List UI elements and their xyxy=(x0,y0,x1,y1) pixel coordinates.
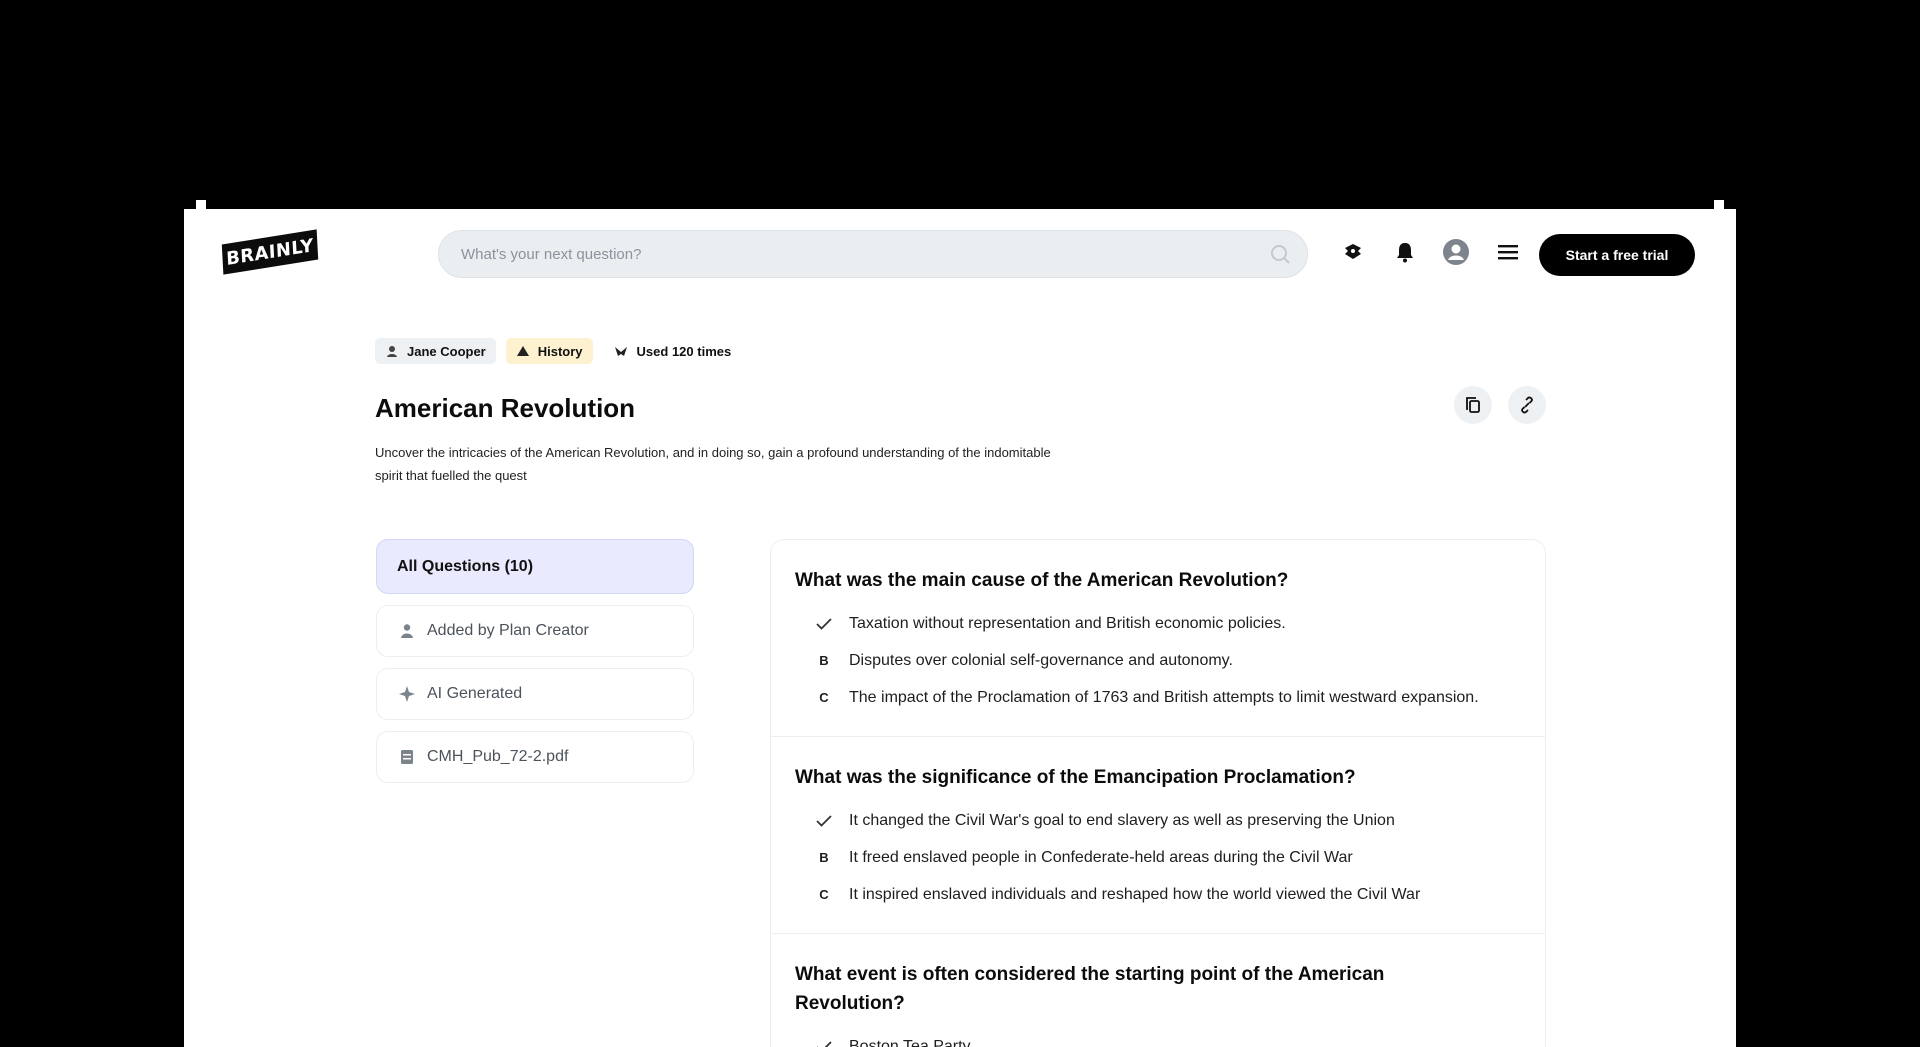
logo-text: BRAINLY xyxy=(225,234,315,270)
plan-meta: Jane Cooper History Used 120 times xyxy=(375,338,741,364)
search-icon[interactable] xyxy=(1269,243,1291,265)
question-card[interactable]: What was the significance of the Emancip… xyxy=(771,737,1545,934)
usage-icon xyxy=(614,347,627,356)
filter-label: Added by Plan Creator xyxy=(427,622,589,639)
answer-option: B Disputes over colonial self-governance… xyxy=(795,642,1521,679)
questions-panel: What was the main cause of the American … xyxy=(770,539,1546,1047)
option-text: It changed the Civil War's goal to end s… xyxy=(849,811,1395,829)
answer-option: C It inspired enslaved individuals and r… xyxy=(795,876,1521,913)
brainly-logo[interactable]: BRAINLY xyxy=(221,229,319,275)
usage-label: Used 120 times xyxy=(636,343,732,359)
subject-label: History xyxy=(537,343,583,359)
person-icon xyxy=(397,621,417,641)
option-text: It inspired enslaved individuals and res… xyxy=(849,885,1421,903)
avatar-icon[interactable] xyxy=(1442,238,1470,266)
start-free-trial-button[interactable]: Start a free trial xyxy=(1539,234,1695,276)
question-text: What event is often considered the start… xyxy=(795,964,1385,1014)
option-letter: C xyxy=(819,690,829,705)
option-text: The impact of the Proclamation of 1763 a… xyxy=(849,688,1479,706)
link-icon xyxy=(1521,396,1533,414)
search-input[interactable] xyxy=(459,244,1269,264)
share-link-button[interactable] xyxy=(1508,386,1546,424)
bell-icon[interactable] xyxy=(1391,238,1419,266)
menu-icon[interactable] xyxy=(1494,238,1522,266)
option-text: Taxation without representation and Brit… xyxy=(849,614,1286,632)
filter-label: All Questions (10) xyxy=(397,557,534,575)
answer-option-correct: Boston Tea Party xyxy=(795,1028,1521,1047)
filter-added-by-plan-creator[interactable]: Added by Plan Creator xyxy=(376,605,694,657)
file-icon xyxy=(397,747,417,767)
answer-option-correct: It changed the Civil War's goal to end s… xyxy=(795,802,1521,839)
sparkle-icon xyxy=(397,684,417,704)
filter-label: CMH_Pub_72-2.pdf xyxy=(427,748,569,765)
author-avatar-icon xyxy=(387,346,397,357)
usage-count: Used 120 times xyxy=(603,338,742,364)
question-card[interactable]: What event is often considered the start… xyxy=(771,934,1545,1047)
answer-option: B It freed enslaved people in Confederat… xyxy=(795,839,1521,876)
page-title: American Revolution xyxy=(375,393,636,423)
option-text: Boston Tea Party xyxy=(849,1037,971,1047)
app-window: BRAINLY Start a free trial Jane Cooper H… xyxy=(184,209,1736,1047)
check-icon xyxy=(813,814,835,827)
question-text: What was the significance of the Emancip… xyxy=(795,767,1356,788)
copy-icon xyxy=(1466,397,1480,413)
option-text: It freed enslaved people in Confederate-… xyxy=(849,848,1353,866)
subject-chip[interactable]: History xyxy=(505,338,593,364)
question-text: What was the main cause of the American … xyxy=(795,570,1289,591)
author-chip[interactable]: Jane Cooper xyxy=(375,338,496,364)
filter-pdf-file[interactable]: CMH_Pub_72-2.pdf xyxy=(376,731,694,783)
gift-icon[interactable] xyxy=(1339,238,1367,266)
copy-button[interactable] xyxy=(1454,386,1492,424)
check-icon xyxy=(813,617,835,630)
option-letter: B xyxy=(819,850,829,865)
option-letter: C xyxy=(819,887,829,902)
subject-icon xyxy=(516,346,529,356)
question-card[interactable]: What was the main cause of the American … xyxy=(771,540,1545,737)
option-text: Disputes over colonial self-governance a… xyxy=(849,651,1233,669)
option-letter: B xyxy=(819,653,829,668)
page-description: Uncover the intricacies of the American … xyxy=(375,445,1051,483)
answer-option-correct: Taxation without representation and Brit… xyxy=(795,605,1521,642)
filter-label: AI Generated xyxy=(427,685,523,702)
check-icon xyxy=(813,1040,835,1047)
question-filters: All Questions (10) Added by Plan Creator… xyxy=(376,539,694,794)
author-name: Jane Cooper xyxy=(407,343,486,359)
filter-all-questions[interactable]: All Questions (10) xyxy=(376,539,694,594)
filter-ai-generated[interactable]: AI Generated xyxy=(376,668,694,720)
search-bar[interactable] xyxy=(438,230,1308,278)
answer-option: C The impact of the Proclamation of 1763… xyxy=(795,679,1521,716)
